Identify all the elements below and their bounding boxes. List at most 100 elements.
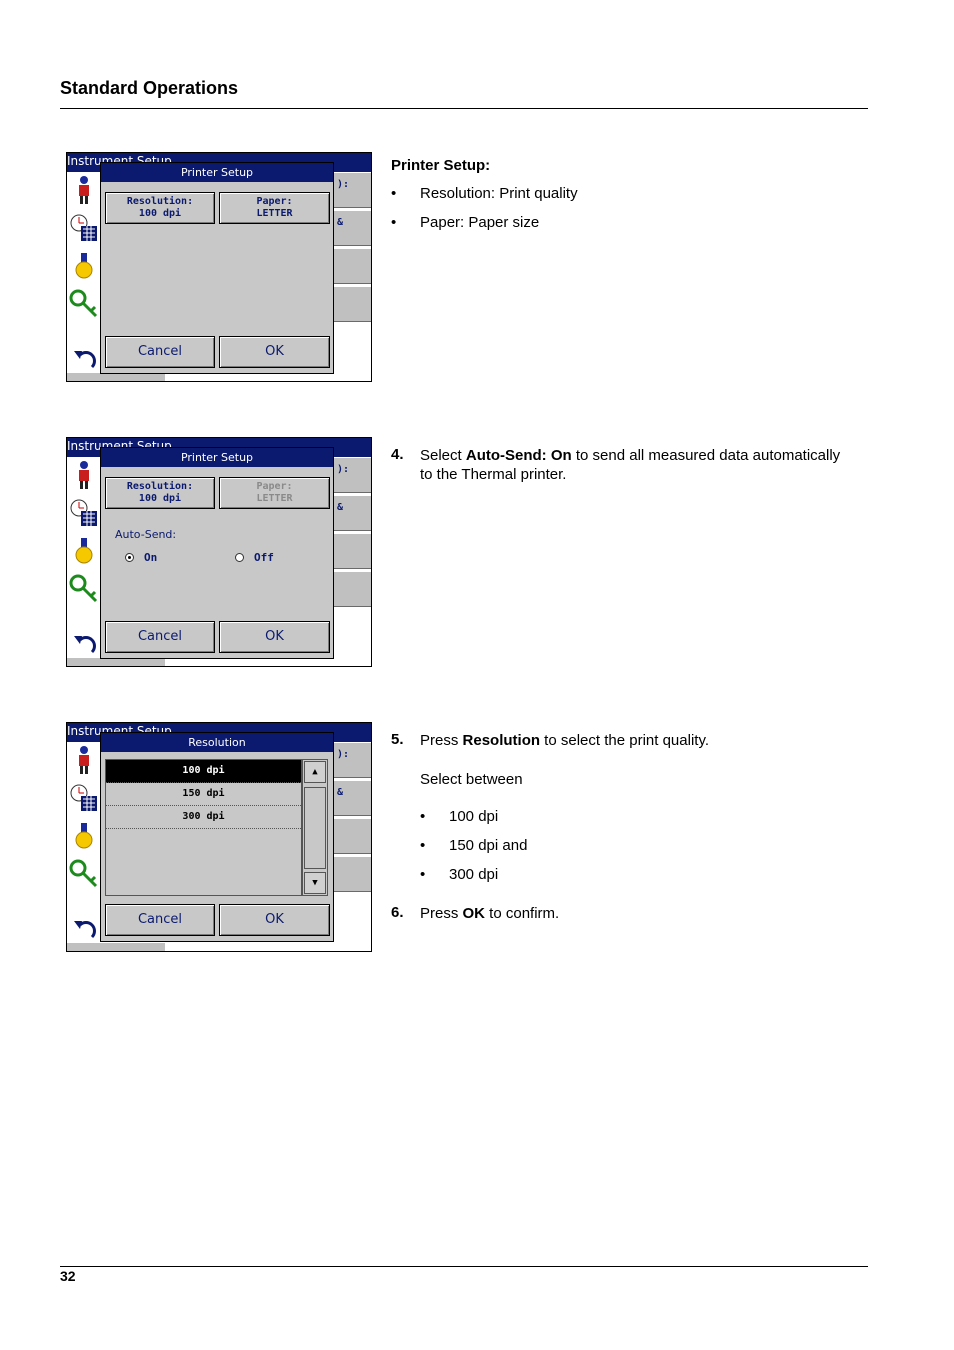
step-number: 5. xyxy=(391,731,404,748)
radio-label: Off xyxy=(254,551,274,564)
row-label-fragment: ): xyxy=(337,464,350,475)
clock-calendar-icon[interactable] xyxy=(68,781,100,815)
setup-row-button[interactable]: & xyxy=(333,210,371,246)
radio-unselected-icon xyxy=(235,553,244,562)
operator-icon[interactable] xyxy=(68,743,100,777)
header-rule xyxy=(60,108,868,109)
bottom-bar xyxy=(67,658,165,666)
setup-row-button[interactable] xyxy=(333,533,371,569)
setup-row-button[interactable]: ): xyxy=(333,742,371,778)
operator-icon[interactable] xyxy=(68,458,100,492)
step-text-part: Select xyxy=(420,447,466,464)
bullet-item: 150 dpi and xyxy=(449,837,528,854)
cancel-button[interactable]: Cancel xyxy=(105,621,215,653)
bottom-bar xyxy=(67,373,165,381)
bullet-mark: • xyxy=(420,808,426,825)
step-4-text-line2: to the Thermal printer. xyxy=(420,466,567,483)
printer-setup-dialog: Printer Setup Resolution: 100 dpi Paper:… xyxy=(100,447,334,659)
setup-row-button[interactable]: ): xyxy=(333,457,371,493)
radio-selected-icon xyxy=(125,553,134,562)
key-icon[interactable] xyxy=(68,572,100,606)
operator-icon[interactable] xyxy=(68,173,100,207)
step-6-text: Press OK to confirm. xyxy=(420,904,559,923)
clock-calendar-icon[interactable] xyxy=(68,496,100,530)
list-item[interactable]: 150 dpi xyxy=(106,783,301,806)
step-4-text: Select Auto-Send: On to send all measure… xyxy=(420,446,840,465)
resolution-button-value: 100 dpi xyxy=(138,208,182,219)
bullet-mark: • xyxy=(391,214,397,231)
resolution-button[interactable]: Resolution: 100 dpi xyxy=(105,192,215,224)
back-arrow-icon[interactable] xyxy=(68,913,100,947)
auto-send-on-radio[interactable]: On xyxy=(125,551,157,564)
bullet-item: 100 dpi xyxy=(449,808,499,825)
select-between-text: Select between xyxy=(420,771,523,788)
printer-setup-dialog: Printer Setup Resolution: 100 dpi Paper:… xyxy=(100,162,334,374)
setup-row-button[interactable]: & xyxy=(333,780,371,816)
step-number: 4. xyxy=(391,446,404,463)
footer-rule xyxy=(60,1266,868,1267)
auto-send-off-radio[interactable]: Off xyxy=(235,551,274,564)
dialog-title: Resolution xyxy=(101,733,333,752)
clock-calendar-icon[interactable] xyxy=(68,211,100,245)
step-5-text: Press Resolution to select the print qua… xyxy=(420,731,709,750)
lamp-icon[interactable] xyxy=(68,249,100,283)
list-item[interactable]: 100 dpi xyxy=(106,760,301,783)
setup-row-button[interactable] xyxy=(333,286,371,322)
ok-button[interactable]: OK xyxy=(219,904,330,936)
bottom-bar xyxy=(67,943,165,951)
row-label-fragment: ): xyxy=(337,749,350,760)
bullet-mark: • xyxy=(391,185,397,202)
step-text-part: to send all measured data automatically xyxy=(571,447,841,464)
back-arrow-icon[interactable] xyxy=(68,343,100,377)
auto-send-label: Auto-Send: xyxy=(115,528,177,541)
paper-button: Paper: LETTER xyxy=(219,477,330,509)
key-icon[interactable] xyxy=(68,857,100,891)
radio-label: On xyxy=(144,551,158,564)
resolution-button[interactable]: Resolution: 100 dpi xyxy=(105,477,215,509)
resolution-button-value: 100 dpi xyxy=(138,493,182,504)
step-text-part: Press xyxy=(420,732,463,749)
setup-row-button[interactable]: ): xyxy=(333,172,371,208)
paper-button-label: Paper: xyxy=(256,481,293,492)
scroll-thumb[interactable] xyxy=(304,787,326,869)
lamp-icon[interactable] xyxy=(68,534,100,568)
resolution-button-label: Resolution: xyxy=(126,196,194,207)
resolution-button-label: Resolution: xyxy=(126,481,194,492)
page-number: 32 xyxy=(60,1268,76,1284)
cancel-button[interactable]: Cancel xyxy=(105,904,215,936)
lamp-icon[interactable] xyxy=(68,819,100,853)
setup-row-button[interactable] xyxy=(333,248,371,284)
step-text-part: Press xyxy=(420,905,463,922)
key-icon[interactable] xyxy=(68,287,100,321)
page-header-title: Standard Operations xyxy=(60,78,239,98)
ok-button[interactable]: OK xyxy=(219,336,330,368)
screenshot-printer-setup: Instrument Setup ): & Printer Setup Reso… xyxy=(66,152,372,382)
setup-row-button[interactable] xyxy=(333,571,371,607)
screenshot-resolution: Instrument Setup ): & Resolution 100 dpi… xyxy=(66,722,372,952)
step-text-part: to confirm. xyxy=(485,905,560,922)
printer-setup-heading: Printer Setup: xyxy=(391,157,491,174)
resolution-dialog: Resolution 100 dpi 150 dpi 300 dpi ▲ ▼ C… xyxy=(100,732,334,942)
setup-row-button[interactable] xyxy=(333,856,371,892)
step-text-bold: OK xyxy=(462,905,486,922)
screenshot-auto-send: Instrument Setup ): & Printer Setup Reso… xyxy=(66,437,372,667)
step-number: 6. xyxy=(391,904,404,921)
scroll-down-icon[interactable]: ▼ xyxy=(304,872,326,894)
setup-row-button[interactable]: & xyxy=(333,495,371,531)
bullet-item: 300 dpi xyxy=(449,866,499,883)
cancel-button[interactable]: Cancel xyxy=(105,336,215,368)
row-label-fragment: & xyxy=(337,787,344,798)
scrollbar[interactable]: ▲ ▼ xyxy=(302,759,328,896)
ok-button[interactable]: OK xyxy=(219,621,330,653)
resolution-list: 100 dpi 150 dpi 300 dpi xyxy=(105,759,302,896)
back-arrow-icon[interactable] xyxy=(68,628,100,662)
dialog-title: Printer Setup xyxy=(101,448,333,467)
bullet-item: Resolution: Print quality xyxy=(420,185,578,202)
paper-button[interactable]: Paper: LETTER xyxy=(219,192,330,224)
step-text-bold: Auto-Send: On xyxy=(465,447,572,464)
row-label-fragment: & xyxy=(337,217,344,228)
list-item[interactable]: 300 dpi xyxy=(106,806,301,829)
paper-button-label: Paper: xyxy=(256,196,293,207)
scroll-up-icon[interactable]: ▲ xyxy=(304,761,326,783)
setup-row-button[interactable] xyxy=(333,818,371,854)
